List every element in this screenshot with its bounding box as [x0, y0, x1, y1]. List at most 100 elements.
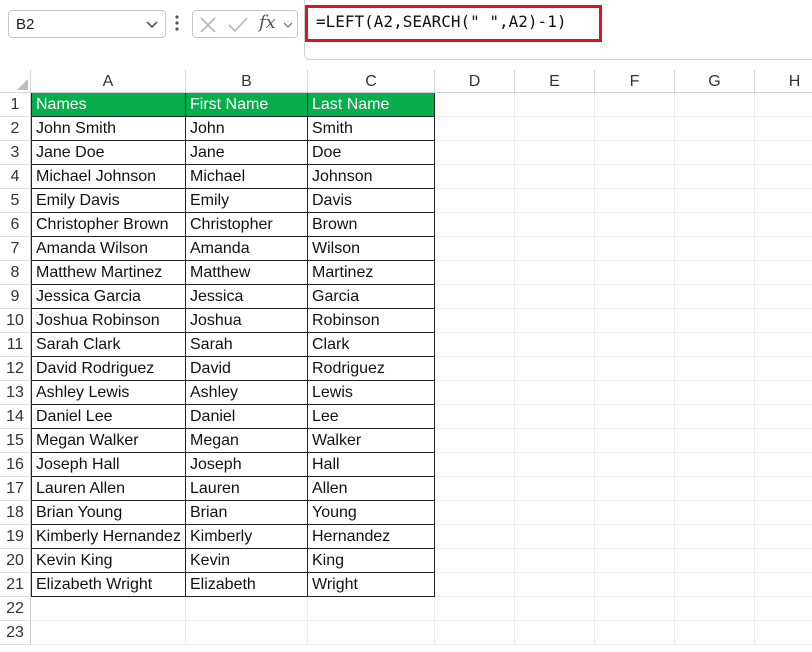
- column-header-c[interactable]: C: [308, 70, 435, 93]
- cell-b17[interactable]: Lauren: [186, 477, 308, 501]
- cell-f9[interactable]: [595, 285, 675, 309]
- cell-g8[interactable]: [675, 261, 755, 285]
- row-header-9[interactable]: 9: [0, 285, 31, 309]
- cell-c16[interactable]: Hall: [308, 453, 435, 477]
- cell-d11[interactable]: [435, 333, 515, 357]
- row-header-23[interactable]: 23: [0, 621, 31, 645]
- cell-h19[interactable]: [755, 525, 812, 549]
- select-all-corner[interactable]: [0, 70, 31, 93]
- cell-c15[interactable]: Walker: [308, 429, 435, 453]
- row-header-21[interactable]: 21: [0, 573, 31, 597]
- cell-c22[interactable]: [308, 597, 435, 621]
- cell-f14[interactable]: [595, 405, 675, 429]
- cell-a23[interactable]: [31, 621, 186, 645]
- cell-f21[interactable]: [595, 573, 675, 597]
- cell-f18[interactable]: [595, 501, 675, 525]
- cell-a16[interactable]: Joseph Hall: [31, 453, 186, 477]
- cell-g23[interactable]: [675, 621, 755, 645]
- cell-b6[interactable]: Christopher: [186, 213, 308, 237]
- column-header-b[interactable]: B: [186, 70, 308, 93]
- cell-g10[interactable]: [675, 309, 755, 333]
- cell-c19[interactable]: Hernandez: [308, 525, 435, 549]
- cell-f3[interactable]: [595, 141, 675, 165]
- cell-d2[interactable]: [435, 117, 515, 141]
- cell-e9[interactable]: [515, 285, 595, 309]
- cell-f23[interactable]: [595, 621, 675, 645]
- row-header-20[interactable]: 20: [0, 549, 31, 573]
- enter-check-icon[interactable]: [227, 16, 249, 34]
- cell-b2[interactable]: John: [186, 117, 308, 141]
- cell-a4[interactable]: Michael Johnson: [31, 165, 186, 189]
- cell-e19[interactable]: [515, 525, 595, 549]
- row-header-16[interactable]: 16: [0, 453, 31, 477]
- cell-d7[interactable]: [435, 237, 515, 261]
- cell-f8[interactable]: [595, 261, 675, 285]
- cell-h13[interactable]: [755, 381, 812, 405]
- cell-g19[interactable]: [675, 525, 755, 549]
- column-header-d[interactable]: D: [435, 70, 515, 93]
- cell-h10[interactable]: [755, 309, 812, 333]
- cell-a10[interactable]: Joshua Robinson: [31, 309, 186, 333]
- cell-e5[interactable]: [515, 189, 595, 213]
- row-header-8[interactable]: 8: [0, 261, 31, 285]
- cell-a20[interactable]: Kevin King: [31, 549, 186, 573]
- cell-g21[interactable]: [675, 573, 755, 597]
- cell-a7[interactable]: Amanda Wilson: [31, 237, 186, 261]
- cell-e7[interactable]: [515, 237, 595, 261]
- cell-f22[interactable]: [595, 597, 675, 621]
- cell-b8[interactable]: Matthew: [186, 261, 308, 285]
- cell-d22[interactable]: [435, 597, 515, 621]
- cell-f15[interactable]: [595, 429, 675, 453]
- row-header-2[interactable]: 2: [0, 117, 31, 141]
- cell-d3[interactable]: [435, 141, 515, 165]
- cell-b9[interactable]: Jessica: [186, 285, 308, 309]
- cell-g16[interactable]: [675, 453, 755, 477]
- cell-g5[interactable]: [675, 189, 755, 213]
- cell-d12[interactable]: [435, 357, 515, 381]
- cell-d19[interactable]: [435, 525, 515, 549]
- row-header-4[interactable]: 4: [0, 165, 31, 189]
- cell-b7[interactable]: Amanda: [186, 237, 308, 261]
- cell-h15[interactable]: [755, 429, 812, 453]
- cell-h11[interactable]: [755, 333, 812, 357]
- cell-c3[interactable]: Doe: [308, 141, 435, 165]
- cell-a15[interactable]: Megan Walker: [31, 429, 186, 453]
- cell-b16[interactable]: Joseph: [186, 453, 308, 477]
- cell-h22[interactable]: [755, 597, 812, 621]
- row-header-15[interactable]: 15: [0, 429, 31, 453]
- cell-d10[interactable]: [435, 309, 515, 333]
- cell-a21[interactable]: Elizabeth Wright: [31, 573, 186, 597]
- cell-f4[interactable]: [595, 165, 675, 189]
- cell-f5[interactable]: [595, 189, 675, 213]
- cell-h21[interactable]: [755, 573, 812, 597]
- cell-c8[interactable]: Martinez: [308, 261, 435, 285]
- cell-g12[interactable]: [675, 357, 755, 381]
- cell-c4[interactable]: Johnson: [308, 165, 435, 189]
- row-header-19[interactable]: 19: [0, 525, 31, 549]
- cell-e13[interactable]: [515, 381, 595, 405]
- cell-b13[interactable]: Ashley: [186, 381, 308, 405]
- cell-c21[interactable]: Wright: [308, 573, 435, 597]
- cell-c18[interactable]: Young: [308, 501, 435, 525]
- cell-h20[interactable]: [755, 549, 812, 573]
- column-header-e[interactable]: E: [515, 70, 595, 93]
- cell-b12[interactable]: David: [186, 357, 308, 381]
- cell-h9[interactable]: [755, 285, 812, 309]
- cell-h3[interactable]: [755, 141, 812, 165]
- cell-b14[interactable]: Daniel: [186, 405, 308, 429]
- cell-g14[interactable]: [675, 405, 755, 429]
- cell-b3[interactable]: Jane: [186, 141, 308, 165]
- cell-d18[interactable]: [435, 501, 515, 525]
- cell-e1[interactable]: [515, 93, 595, 117]
- cell-h4[interactable]: [755, 165, 812, 189]
- cell-d21[interactable]: [435, 573, 515, 597]
- cell-c10[interactable]: Robinson: [308, 309, 435, 333]
- cell-e22[interactable]: [515, 597, 595, 621]
- cell-e6[interactable]: [515, 213, 595, 237]
- cell-c12[interactable]: Rodriguez: [308, 357, 435, 381]
- cell-h1[interactable]: [755, 93, 812, 117]
- cell-g4[interactable]: [675, 165, 755, 189]
- cell-g2[interactable]: [675, 117, 755, 141]
- cell-g7[interactable]: [675, 237, 755, 261]
- cell-g9[interactable]: [675, 285, 755, 309]
